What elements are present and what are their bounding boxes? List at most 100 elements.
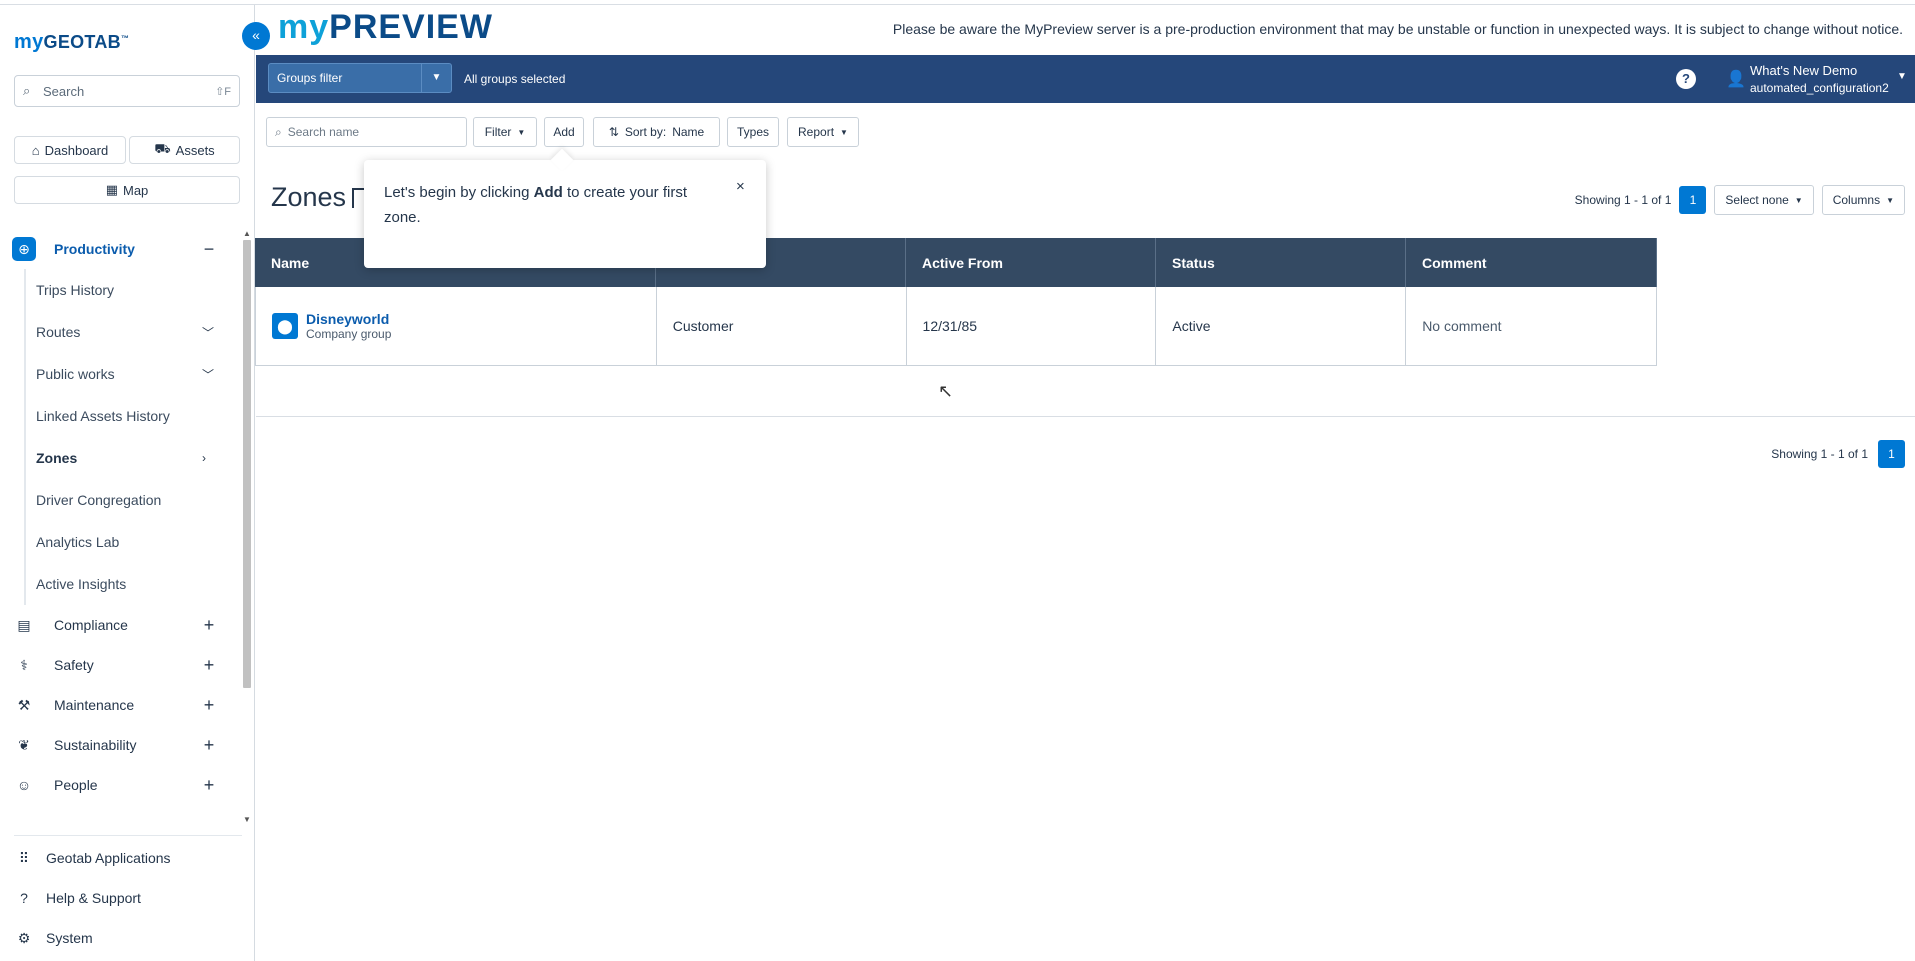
sidebar-item-routes[interactable]: Routes ﹀ [24,311,242,353]
expand-plus-icon[interactable]: + [200,695,218,716]
sidebar-item-driver-congregation[interactable]: Driver Congregation [24,479,242,521]
sidebar-section-safety[interactable]: ⚕ Safety + [0,645,242,685]
content-divider [256,416,1915,417]
expand-plus-icon[interactable]: + [200,615,218,636]
expand-plus-icon[interactable]: + [200,735,218,756]
search-placeholder: Search [43,83,85,99]
cell-comment: No comment [1406,287,1658,365]
chevron-down-icon: ﹀ [202,325,215,340]
user-name[interactable]: What's New Demo [1750,63,1857,78]
onboarding-tooltip: Let's begin by clicking Add to create yo… [364,148,766,268]
search-shortcut: ⇧F [215,85,231,98]
sidebar-item-active-insights[interactable]: Active Insights [24,563,242,605]
sort-button[interactable]: ⇅ Sort by: Name [593,117,720,147]
sidebar-section-maintenance[interactable]: ⚒ Maintenance + [0,685,242,725]
sort-icon: ⇅ [608,125,619,139]
pager-bottom: Showing 1 - 1 of 1 1 [1771,440,1905,468]
sidebar-section-productivity[interactable]: ⊕ Productivity − [0,229,242,269]
cell-name: ⬤ Disneyworld Company group [256,287,657,365]
sidebar: myGEOTAB™ ⌕ Search ⇧F ⌂ Dashboard ⛟ Assets… [0,5,255,961]
search-name-input[interactable]: ⌕ Search name [266,117,467,147]
grid-icon: ⠿ [18,849,30,866]
caret-down-icon: ▼ [1886,195,1894,205]
cell-type: Customer [657,287,907,365]
system-link[interactable]: ⚙ System [0,918,242,958]
help-support-link[interactable]: ? Help & Support [0,878,242,918]
close-icon[interactable]: × [736,174,745,199]
sidebar-section-sustainability[interactable]: ❦ Sustainability + [0,725,242,765]
safety-icon: ⚕ [20,656,28,673]
types-button[interactable]: Types [727,117,779,147]
gear-icon: ⚙ [17,929,31,946]
caret-down-icon: ▼ [840,127,848,137]
page-number-button[interactable]: 1 [1878,440,1905,468]
filter-button[interactable]: Filter ▼ [473,117,537,147]
sidebar-item-linked-assets-history[interactable]: Linked Assets History [24,395,242,437]
sidebar-section-people[interactable]: ☺ People + [0,765,242,805]
showing-count: Showing 1 - 1 of 1 [1771,447,1868,461]
map-icon: ▦ [105,182,118,197]
mypreview-brand: myPREVIEW [278,8,493,46]
home-icon: ⌂ [31,142,40,158]
add-button[interactable]: Add [544,117,584,147]
collapse-sidebar-button[interactable]: « [242,22,270,50]
sidebar-search-input[interactable]: ⌕ Search ⇧F [14,75,240,107]
user-icon[interactable]: 👤 [1726,69,1746,89]
groups-selection-status: All groups selected [464,72,566,86]
select-none-button[interactable]: Select none ▼ [1714,185,1814,215]
preview-notice: Please be aware the MyPreview server is … [892,21,1903,37]
question-icon: ? [20,890,28,906]
wrench-icon: ⚒ [17,696,31,713]
sidebar-scrollbar[interactable] [243,240,251,688]
column-header-status[interactable]: Status [1156,238,1406,287]
cell-active-from: 12/31/85 [907,287,1157,365]
top-border [0,0,1915,5]
sidebar-section-compliance[interactable]: ▤ Compliance + [0,605,242,645]
column-header-comment[interactable]: Comment [1406,238,1657,287]
page-number-button[interactable]: 1 [1679,186,1707,214]
tooltip-arrow [550,148,574,172]
page-title: Zones [271,182,347,212]
assets-button[interactable]: ⛟ Assets [129,136,240,164]
caret-down-icon: ▼ [517,127,526,137]
sidebar-divider [14,835,242,836]
mouse-cursor-icon: ↖ [938,381,954,401]
dashboard-button[interactable]: ⌂ Dashboard [14,136,126,164]
caret-down-icon[interactable]: ▼ [421,64,451,92]
expand-plus-icon[interactable]: + [200,655,218,676]
sidebar-item-zones[interactable]: Zones › [24,437,242,479]
sidebar-item-trips-history[interactable]: Trips History [24,269,242,311]
people-icon: ☺ [16,777,32,793]
caret-down-icon[interactable]: ▼ [1897,71,1907,82]
zone-name-link[interactable]: Disneyworld [306,311,391,327]
help-button[interactable]: ? [1676,69,1696,89]
column-header-active-from[interactable]: Active From [906,238,1156,287]
chevron-down-icon: ﹀ [202,367,215,382]
expand-plus-icon[interactable]: + [200,775,218,796]
report-button[interactable]: Report ▼ [787,117,859,147]
sidebar-nav: ⊕ Productivity − Trips History Routes ﹀ P… [0,229,242,805]
chevron-right-icon: › [202,451,206,465]
globe-icon: ⊕ [12,237,36,261]
search-icon: ⌕ [23,83,31,98]
map-button[interactable]: ▦ Map [14,176,240,204]
user-database[interactable]: automated_configuration2 [1750,81,1889,95]
scroll-down-arrow[interactable]: ▼ [243,816,251,824]
sidebar-bottom-nav: ⠿ Geotab Applications ? Help & Support ⚙ Sy… [0,838,242,958]
table-row[interactable]: ⬤ Disneyworld Company group Customer 12/… [255,287,1658,366]
geotab-applications-link[interactable]: ⠿ Geotab Applications [0,838,242,878]
zone-group: Company group [306,327,392,341]
sidebar-item-analytics-lab[interactable]: Analytics Lab [24,521,242,563]
sidebar-item-public-works[interactable]: Public works ﹀ [24,353,242,395]
scroll-up-arrow[interactable]: ▲ [243,230,251,238]
showing-count: Showing 1 - 1 of 1 [1574,193,1672,207]
groups-bar: Groups filter ▼ All groups selected ? 👤 … [256,55,1915,103]
pager-top: Showing 1 - 1 of 1 1 Select none ▼ Column… [1575,185,1905,215]
columns-button[interactable]: Columns ▼ [1821,185,1905,215]
geotab-logo[interactable]: myGEOTAB™ [14,31,129,54]
collapse-minus-icon[interactable]: − [200,239,218,260]
truck-icon: ⛟ [154,141,171,156]
groups-filter-dropdown[interactable]: Groups filter ▼ [268,63,452,93]
cell-status: Active [1156,287,1407,365]
location-pin-icon: ⬤ [272,313,298,339]
